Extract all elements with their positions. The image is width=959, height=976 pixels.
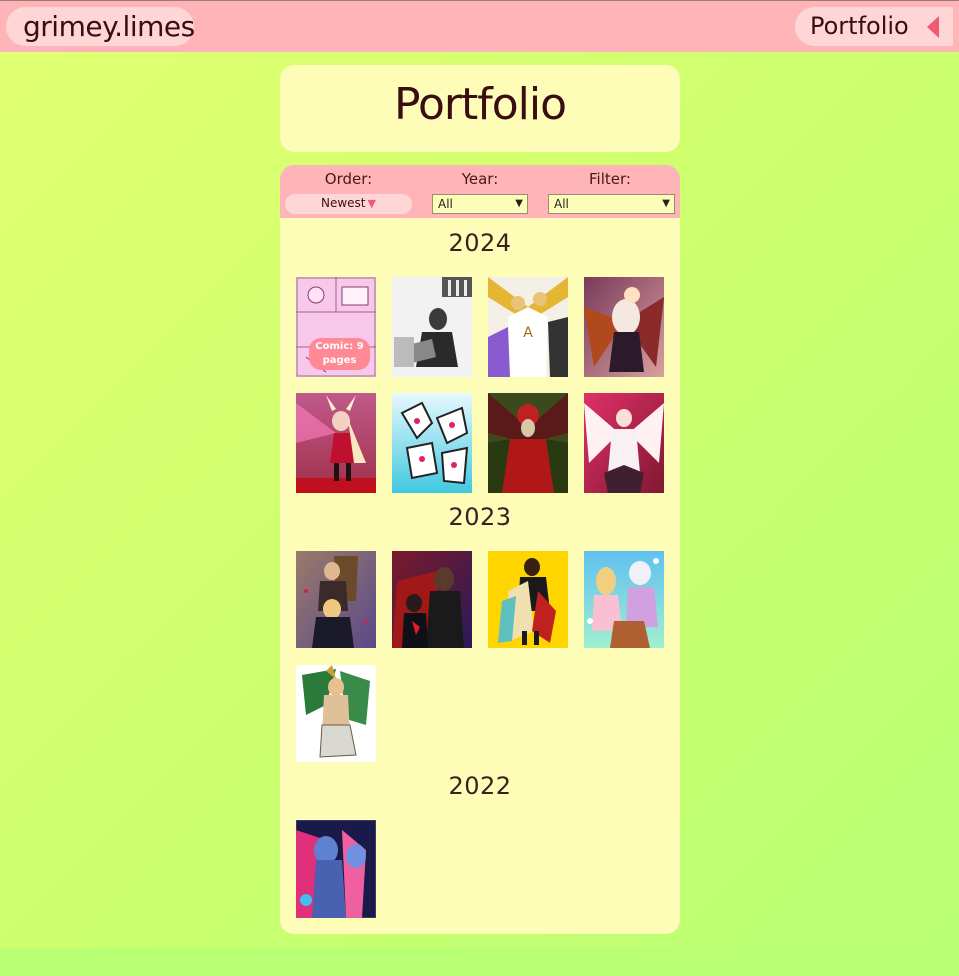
portfolio-gallery: Order: Newest ▼ Year: All ▼ Filter: All ▼… (280, 165, 680, 934)
artwork-thumbnail[interactable] (296, 393, 376, 493)
artwork-thumbnail[interactable] (584, 551, 664, 648)
top-bar: grimey.limes Portfolio (0, 0, 959, 52)
year-select-value: All (438, 197, 453, 211)
artwork-thumbnail[interactable] (296, 551, 376, 648)
site-brand-link[interactable]: grimey.limes (6, 7, 195, 46)
svg-text:A: A (523, 325, 533, 341)
order-label: Order: (324, 170, 373, 188)
triangle-down-icon: ▼ (367, 197, 376, 210)
chevron-down-icon: ▼ (662, 198, 670, 209)
caret-left-icon (927, 16, 939, 38)
year-select[interactable]: All ▼ (432, 194, 528, 214)
year-heading-2022: 2022 (448, 772, 512, 800)
nav-menu-button[interactable]: Portfolio (795, 7, 953, 46)
artwork-thumbnail[interactable]: A (488, 277, 568, 377)
page-title: Portfolio (280, 65, 680, 152)
artwork-thumbnail[interactable] (488, 551, 568, 648)
year-heading-2024: 2024 (448, 229, 512, 257)
year-heading-2023: 2023 (448, 503, 512, 531)
chevron-down-icon: ▼ (515, 198, 523, 209)
order-toggle-button[interactable]: Newest ▼ (285, 194, 412, 214)
artwork-thumbnail[interactable] (488, 393, 568, 493)
artwork-thumbnail[interactable] (392, 551, 472, 648)
artwork-thumbnail[interactable] (296, 820, 376, 918)
page-footer-strip (0, 948, 959, 976)
comic-badge: Comic: 9 pages (309, 338, 370, 370)
year-label: Year: (461, 170, 499, 188)
filter-label: Filter: (589, 170, 631, 188)
artwork-thumbnail[interactable] (296, 665, 376, 762)
order-value: Newest (321, 196, 366, 210)
filter-select[interactable]: All ▼ (548, 194, 675, 214)
artwork-thumbnail[interactable] (584, 277, 664, 377)
filter-select-value: All (554, 197, 569, 211)
nav-label: Portfolio (810, 12, 909, 40)
gallery-controls: Order: Newest ▼ Year: All ▼ Filter: All ▼ (280, 165, 680, 218)
artwork-thumbnail[interactable]: Comic: 9 pages (296, 277, 376, 377)
artwork-thumbnail[interactable] (392, 393, 472, 493)
artwork-thumbnail[interactable] (392, 277, 472, 377)
artwork-thumbnail[interactable] (584, 393, 664, 493)
